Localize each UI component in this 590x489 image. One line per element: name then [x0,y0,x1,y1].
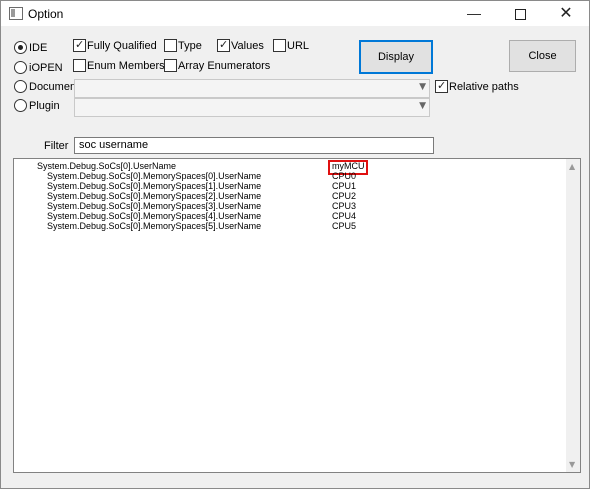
results-list[interactable]: System.Debug.SoCs[0].UserName myMCU Syst… [13,158,581,473]
property-name: System.Debug.SoCs[0].MemorySpaces[2].Use… [47,191,262,201]
document-dropdown[interactable]: ▼ [74,79,430,98]
document-label: Document [29,81,80,93]
property-value: CPU2 [332,191,357,201]
fully-qualified-label: Fully Qualified [87,40,157,52]
iopen-label: iOPEN [29,62,63,74]
close-button[interactable]: Close [509,40,576,72]
plugin-radio[interactable] [14,99,27,112]
ide-label: IDE [29,42,48,54]
ide-radio[interactable] [14,41,27,54]
property-value: CPU1 [332,181,357,191]
title-bar[interactable]: Option — ✕ [1,1,589,26]
url-checkbox[interactable] [273,39,286,52]
relative-paths-label: Relative paths [449,81,519,93]
array-enumerators-label: Array Enumerators [178,60,271,72]
vertical-scrollbar[interactable]: ▲ ▼ [566,159,580,472]
type-label: Type [178,40,202,52]
relative-paths-checkbox[interactable] [435,79,448,93]
enum-members-checkbox[interactable] [73,59,86,72]
property-value: CPU3 [332,201,357,211]
property-value: CPU5 [332,221,357,231]
property-name: System.Debug.SoCs[0].UserName [37,161,177,171]
property-value: myMCU [332,161,365,171]
scroll-up-icon[interactable]: ▲ [569,162,575,171]
plugin-label: Plugin [29,100,60,112]
window-close-button[interactable]: ✕ [543,1,589,26]
property-name: System.Debug.SoCs[0].MemorySpaces[0].Use… [47,171,262,181]
minimize-button[interactable]: — [451,1,497,26]
property-name: System.Debug.SoCs[0].MemorySpaces[5].Use… [47,221,262,231]
property-value: CPU0 [332,171,357,181]
enum-members-label: Enum Members [87,60,165,72]
array-enumerators-checkbox[interactable] [164,59,177,72]
window-title: Option [28,7,64,21]
window-icon [9,7,23,20]
plugin-dropdown[interactable]: ▼ [74,98,430,117]
maximize-button[interactable] [497,1,543,26]
option-window: Option — ✕ IDE iOPEN Document Plugin Ful… [0,0,590,489]
property-name: System.Debug.SoCs[0].MemorySpaces[4].Use… [47,211,262,221]
display-button[interactable]: Display [359,40,433,74]
chevron-down-icon: ▼ [419,101,426,111]
property-value: CPU4 [332,211,357,221]
property-name: System.Debug.SoCs[0].MemorySpaces[1].Use… [47,181,262,191]
url-label: URL [287,40,310,52]
property-name: System.Debug.SoCs[0].MemorySpaces[3].Use… [47,201,262,211]
maximize-icon [514,8,526,20]
fully-qualified-checkbox[interactable] [73,38,86,52]
values-checkbox[interactable] [217,38,230,52]
filter-label: Filter [44,140,69,152]
filter-input[interactable]: soc username [74,137,434,154]
chevron-down-icon: ▼ [419,82,426,92]
type-checkbox[interactable] [164,39,177,52]
scroll-down-icon[interactable]: ▼ [569,460,575,469]
iopen-radio[interactable] [14,61,27,74]
values-label: Values [231,40,264,52]
document-radio[interactable] [14,80,27,93]
